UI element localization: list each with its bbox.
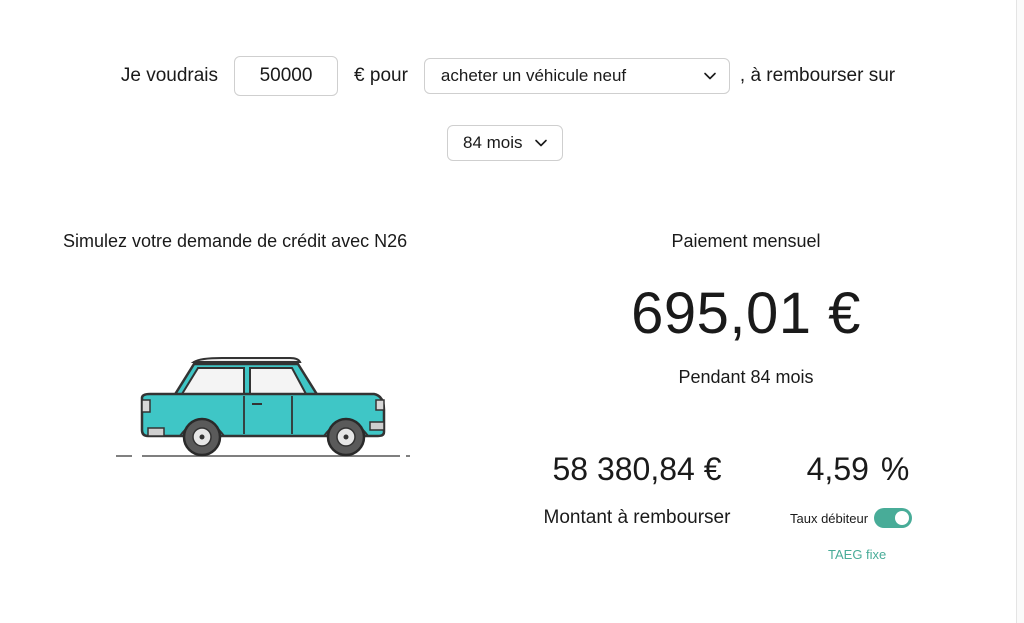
currency-label: € pour <box>354 65 408 86</box>
total-repay-value: 58 380,84 € <box>552 451 722 487</box>
rate-type-toggle-row: Taux débiteur <box>790 508 913 528</box>
scrollbar-edge <box>1016 0 1024 623</box>
loan-form-row: Je voudrais € pour acheter un véhicule n… <box>0 56 1016 96</box>
term-selected-value: 84 mois <box>463 133 523 152</box>
rate-type-label: Taux débiteur <box>790 510 869 526</box>
form-prefix: Je voudrais <box>120 65 219 86</box>
purpose-select[interactable]: acheter un véhicule neuf <box>423 58 730 94</box>
duration-text: Pendant 84 mois <box>678 367 814 387</box>
chevron-down-icon <box>534 136 548 150</box>
rate-type-toggle[interactable] <box>874 508 913 528</box>
rate-unit: % <box>880 451 910 487</box>
rate-value: 4,59 <box>806 451 869 487</box>
total-repay-label: Montant à rembourser <box>543 507 731 528</box>
taeg-label: TAEG fixe <box>828 547 887 562</box>
purpose-selected-value: acheter un véhicule neuf <box>440 66 627 85</box>
rate-value-block: 4,59% <box>788 451 928 488</box>
car-illustration <box>112 340 412 465</box>
intro-text: Simulez votre demande de crédit avec N26 <box>63 231 408 251</box>
monthly-payment-value: 695,01 € <box>631 281 861 346</box>
monthly-payment-label: Paiement mensuel <box>671 231 821 251</box>
form-suffix: , à rembourser sur <box>739 65 896 86</box>
chevron-down-icon <box>703 69 717 83</box>
term-select[interactable]: 84 mois <box>447 125 563 161</box>
amount-input[interactable] <box>234 56 339 96</box>
toggle-knob <box>895 511 910 525</box>
